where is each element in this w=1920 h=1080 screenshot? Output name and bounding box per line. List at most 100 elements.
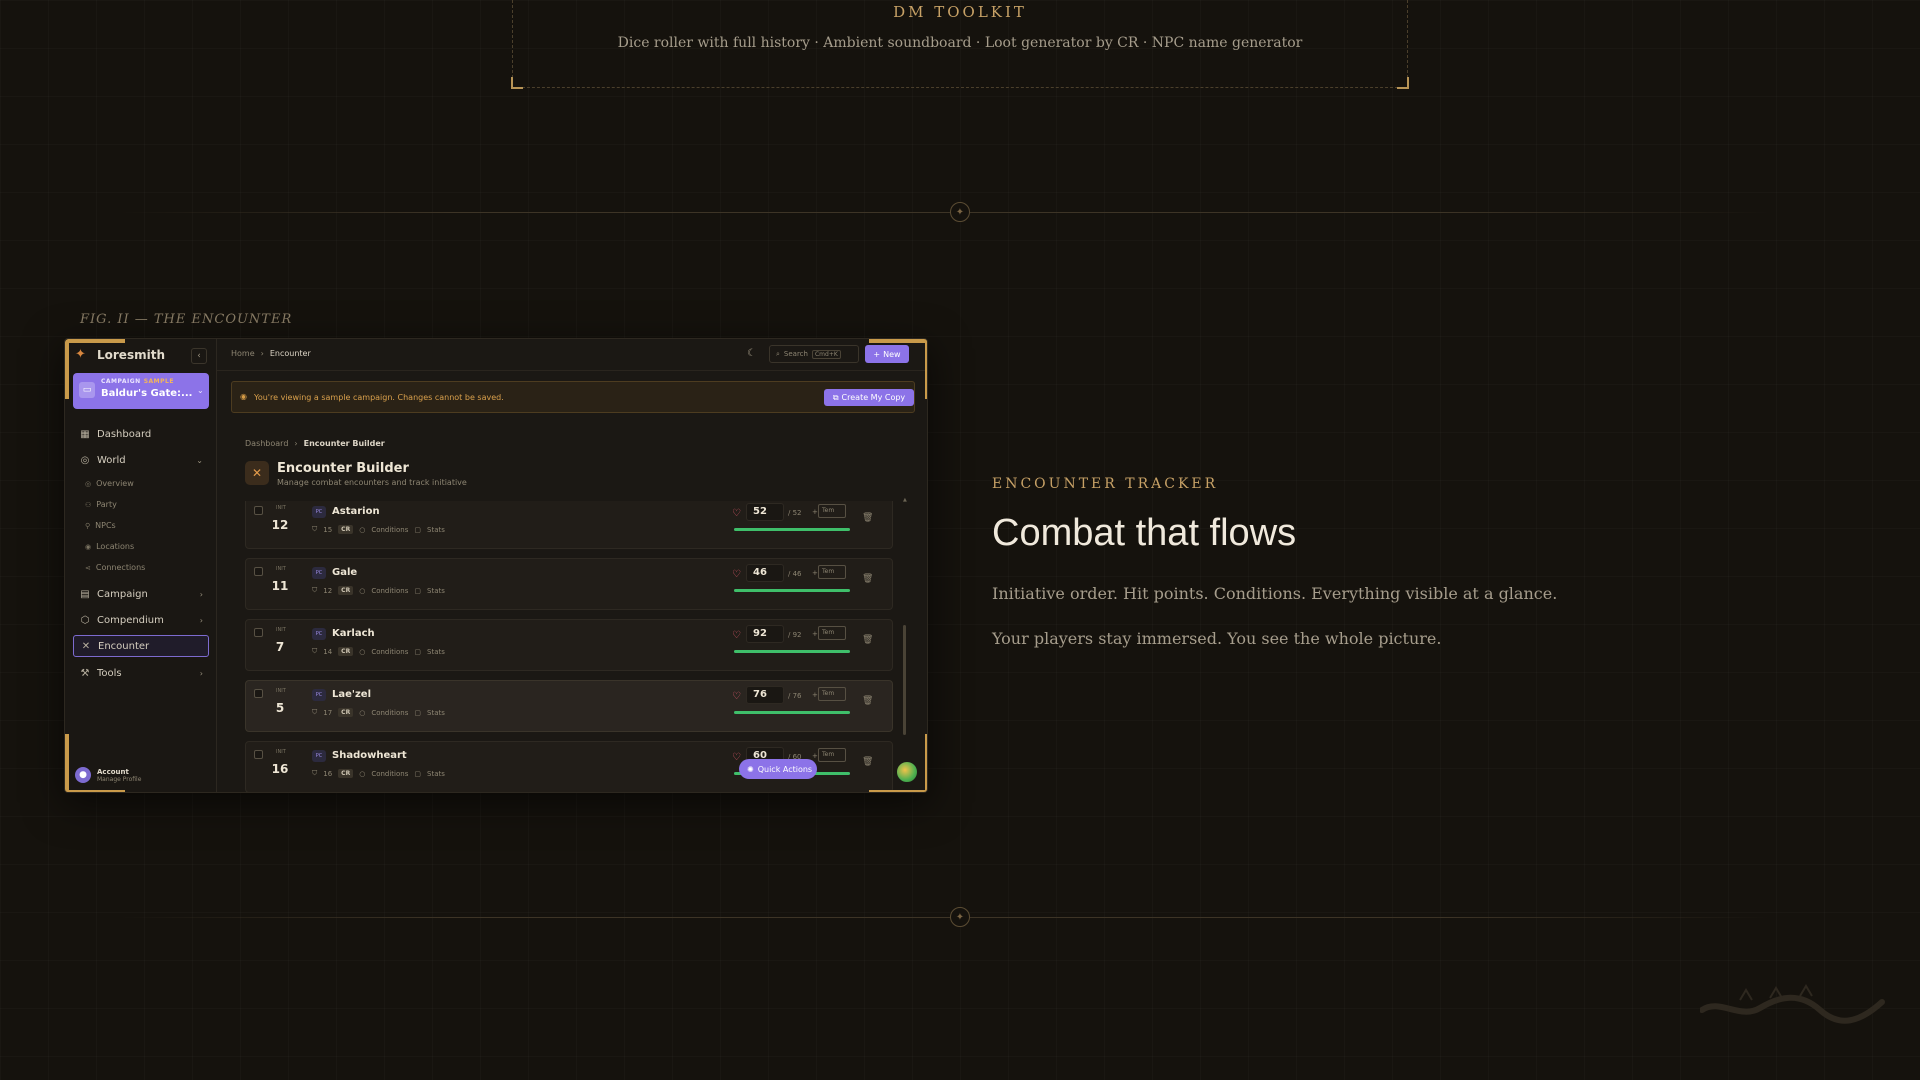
sidebar-item-label: Tools <box>97 667 122 679</box>
hp-input[interactable]: 92 <box>746 625 784 643</box>
sidebar-subitem-locations[interactable]: ◉ Locations <box>85 542 134 551</box>
assistant-avatar[interactable] <box>895 760 919 784</box>
moon-icon[interactable]: ☾ <box>747 348 756 359</box>
plus-icon: + <box>812 691 818 699</box>
sidebar: ✦ Loresmith ‹ ▭ CAMPAIGN SAMPLE Baldur's … <box>65 339 217 792</box>
breadcrumb-current: Encounter Builder <box>303 439 385 448</box>
select-checkbox[interactable] <box>254 567 263 576</box>
swords-icon: ✕ <box>81 640 91 652</box>
initiative-value[interactable]: 5 <box>268 701 292 715</box>
stats-button[interactable]: Stats <box>427 587 445 595</box>
init-label: INIT <box>276 627 286 633</box>
initiative-value[interactable]: 11 <box>268 579 292 593</box>
plus-icon: + <box>812 752 818 760</box>
shield-icon: ⛉ <box>312 525 318 533</box>
sidebar-item-dashboard[interactable]: ▦ Dashboard <box>73 423 209 445</box>
stats-button[interactable]: Stats <box>427 709 445 717</box>
init-label: INIT <box>276 688 286 694</box>
search-input[interactable]: ⌕ Search Cmd+K <box>769 345 859 363</box>
gold-frame-corner <box>65 734 125 792</box>
sidebar-subitem-overview[interactable]: ◎ Overview <box>85 479 134 488</box>
users-icon: ⚇ <box>85 500 92 509</box>
copy-icon: ⧉ <box>832 392 839 402</box>
pc-tag: PC <box>312 750 326 762</box>
compass-icon: ✦ <box>950 202 970 222</box>
sidebar-item-label: Campaign <box>97 588 148 600</box>
sample-badge: SAMPLE <box>143 378 174 385</box>
hp-bar <box>734 650 850 653</box>
select-checkbox[interactable] <box>254 750 263 759</box>
breadcrumb-dashboard[interactable]: Dashboard <box>245 439 288 448</box>
sidebar-subitem-party[interactable]: ⚇ Party <box>85 500 117 509</box>
select-checkbox[interactable] <box>254 628 263 637</box>
combatant-row[interactable]: INIT 11 PC Gale ⛉ 12 CR ○ Conditions ▢ Stats ♡ 46 / 4… <box>245 558 893 610</box>
conditions-button[interactable]: Conditions <box>371 587 408 595</box>
hp-max: / 52 <box>788 509 802 517</box>
conditions-button[interactable]: Conditions <box>371 526 408 534</box>
temp-hp-input[interactable]: Tem <box>818 626 846 640</box>
feature-paragraph: Your players stay immersed. You see the … <box>992 629 1442 648</box>
sidebar-item-tools[interactable]: ⚒ Tools › <box>73 662 209 684</box>
banner-text: You're viewing a sample campaign. Change… <box>254 393 504 402</box>
pc-tag: PC <box>312 506 326 518</box>
combatant-row[interactable]: INIT 7 PC Karlach ⛉ 14 CR ○ Conditions ▢ Stats ♡ 92 /… <box>245 619 893 671</box>
trash-icon[interactable]: 🗑 <box>862 513 873 523</box>
dm-toolkit-panel: DM TOOLKIT Dice roller with full history… <box>511 0 1409 89</box>
grid-icon: ▦ <box>80 428 90 440</box>
stats-button[interactable]: Stats <box>427 526 445 534</box>
trash-icon[interactable]: 🗑 <box>862 696 873 706</box>
stats-icon: ▢ <box>414 586 421 595</box>
eye-icon: ◉ <box>240 392 247 401</box>
combatant-meta: ⛉ 16 CR ○ Conditions ▢ Stats <box>312 769 445 778</box>
subitem-label: Connections <box>95 563 146 572</box>
trash-icon[interactable]: 🗑 <box>862 635 873 645</box>
initiative-value[interactable]: 7 <box>268 640 292 654</box>
sidebar-item-label: Dashboard <box>97 428 152 440</box>
temp-hp-input[interactable]: Tem <box>818 565 846 579</box>
topbar: Home › Encounter ☾ ⌕ Search Cmd+K + New <box>217 339 927 371</box>
wrench-icon: ⚒ <box>80 667 90 679</box>
breadcrumb-home[interactable]: Home <box>231 349 255 358</box>
book-icon: ▤ <box>80 588 90 600</box>
sidebar-item-encounter[interactable]: ✕ Encounter <box>73 635 209 657</box>
conditions-button[interactable]: Conditions <box>371 709 408 717</box>
initiative-value[interactable]: 12 <box>268 518 292 532</box>
conditions-button[interactable]: Conditions <box>371 648 408 656</box>
hp-input[interactable]: 76 <box>746 686 784 704</box>
stats-button[interactable]: Stats <box>427 648 445 656</box>
sidebar-item-label: World <box>97 454 126 466</box>
quick-actions-button[interactable]: ✺ Quick Actions <box>739 759 817 779</box>
user-icon: ⚲ <box>85 521 91 530</box>
sidebar-item-world[interactable]: ◎ World ⌄ <box>73 449 209 471</box>
feature-headline: Combat that flows <box>992 512 1297 554</box>
temp-hp-input[interactable]: Tem <box>818 504 846 518</box>
sidebar-subitem-connections[interactable]: ⋖ Connections <box>85 563 145 572</box>
combatant-name: Lae'zel <box>332 689 371 700</box>
scroll-up-icon[interactable]: ▲ <box>903 497 907 503</box>
combatant-row[interactable]: INIT 5 PC Lae'zel ⛉ 17 CR ○ Conditions ▢ Stats ♡ 76 /… <box>245 680 893 732</box>
temp-hp-input[interactable]: Tem <box>818 748 846 762</box>
combatant-meta: ⛉ 12 CR ○ Conditions ▢ Stats <box>312 586 445 595</box>
stats-button[interactable]: Stats <box>427 770 445 778</box>
cr-badge: CR <box>338 708 354 717</box>
select-checkbox[interactable] <box>254 506 263 515</box>
select-checkbox[interactable] <box>254 689 263 698</box>
hp-input[interactable]: 52 <box>746 503 784 521</box>
swords-icon: ✕ <box>245 461 269 485</box>
conditions-button[interactable]: Conditions <box>371 770 408 778</box>
combatant-row[interactable]: INIT 12 PC Astarion ⛉ 15 CR ○ Conditions ▢ Stats ♡ 5… <box>245 501 893 549</box>
collapse-sidebar-button[interactable]: ‹ <box>191 348 207 364</box>
hp-bar <box>734 528 850 531</box>
sidebar-item-compendium[interactable]: ⬡ Compendium › <box>73 609 209 631</box>
temp-hp-input[interactable]: Tem <box>818 687 846 701</box>
shield-icon: ⛉ <box>312 769 318 777</box>
stats-icon: ▢ <box>414 708 421 717</box>
sidebar-item-campaign[interactable]: ▤ Campaign › <box>73 583 209 605</box>
hp-bar-fill <box>734 589 850 592</box>
hp-input[interactable]: 46 <box>746 564 784 582</box>
sidebar-subitem-npcs[interactable]: ⚲ NPCs <box>85 521 116 530</box>
subitem-label: NPCs <box>95 521 116 530</box>
scrollbar-thumb[interactable] <box>903 625 906 735</box>
trash-icon[interactable]: 🗑 <box>862 574 873 584</box>
initiative-value[interactable]: 16 <box>268 762 292 776</box>
